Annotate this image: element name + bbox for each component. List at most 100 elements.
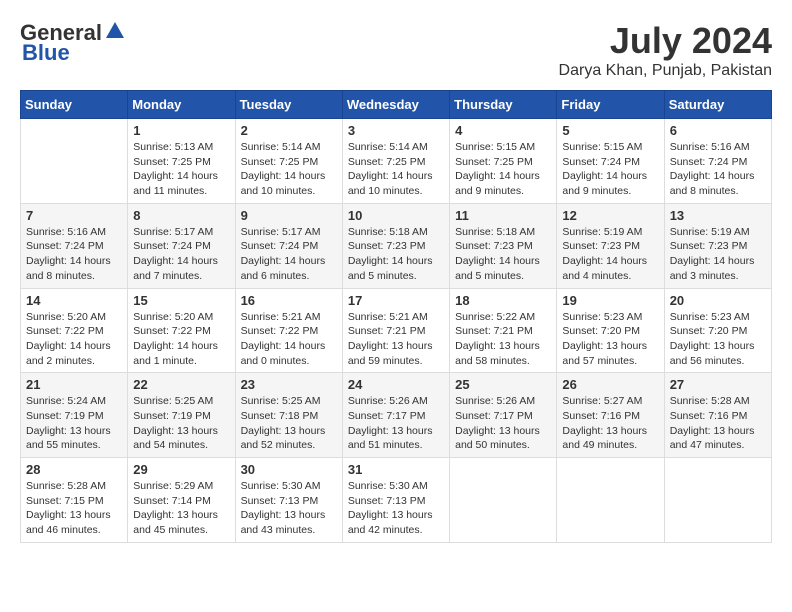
calendar-cell: 17Sunrise: 5:21 AMSunset: 7:21 PMDayligh…: [342, 288, 449, 373]
calendar-body: 1 Sunrise: 5:13 AMSunset: 7:25 PMDaylight…: [21, 119, 772, 543]
day-info: Sunrise: 5:20 AMSunset: 7:22 PMDaylight:…: [26, 310, 122, 369]
day-info: Sunrise: 5:14 AMSunset: 7:25 PMDaylight:…: [348, 140, 444, 199]
day-number: 25: [455, 377, 551, 392]
calendar-cell: 4 Sunrise: 5:15 AMSunset: 7:25 PMDaylight…: [450, 119, 557, 204]
day-number: 5: [562, 123, 658, 138]
day-number: 30: [241, 462, 337, 477]
day-number: 18: [455, 293, 551, 308]
day-number: 6: [670, 123, 766, 138]
calendar-cell: 5 Sunrise: 5:15 AMSunset: 7:24 PMDaylight…: [557, 119, 664, 204]
day-info: Sunrise: 5:17 AMSunset: 7:24 PMDaylight:…: [241, 225, 337, 284]
day-info: Sunrise: 5:30 AMSunset: 7:13 PMDaylight:…: [348, 479, 444, 538]
calendar-cell: 29Sunrise: 5:29 AMSunset: 7:14 PMDayligh…: [128, 458, 235, 543]
header-cell-thursday: Thursday: [450, 91, 557, 119]
week-row-5: 28 Sunrise: 5:28 AMSunset: 7:15 PMDayligh…: [21, 458, 772, 543]
calendar-cell: 3Sunrise: 5:14 AMSunset: 7:25 PMDaylight…: [342, 119, 449, 204]
day-info: Sunrise: 5:19 AMSunset: 7:23 PMDaylight:…: [562, 225, 658, 284]
day-info: Sunrise: 5:22 AMSunset: 7:21 PMDaylight:…: [455, 310, 551, 369]
day-info: Sunrise: 5:17 AMSunset: 7:24 PMDaylight:…: [133, 225, 229, 284]
day-info: Sunrise: 5:28 AMSunset: 7:16 PMDaylight:…: [670, 394, 766, 453]
calendar-cell: 11 Sunrise: 5:18 AMSunset: 7:23 PMDayligh…: [450, 203, 557, 288]
week-row-3: 14 Sunrise: 5:20 AMSunset: 7:22 PMDayligh…: [21, 288, 772, 373]
calendar-cell: 22Sunrise: 5:25 AMSunset: 7:19 PMDayligh…: [128, 373, 235, 458]
calendar-cell: 1 Sunrise: 5:13 AMSunset: 7:25 PMDaylight…: [128, 119, 235, 204]
header-cell-tuesday: Tuesday: [235, 91, 342, 119]
calendar-cell: 27 Sunrise: 5:28 AMSunset: 7:16 PMDayligh…: [664, 373, 771, 458]
day-number: 12: [562, 208, 658, 223]
day-number: 7: [26, 208, 122, 223]
day-number: 20: [670, 293, 766, 308]
header-cell-saturday: Saturday: [664, 91, 771, 119]
location-title: Darya Khan, Punjab, Pakistan: [559, 62, 772, 80]
day-info: Sunrise: 5:24 AMSunset: 7:19 PMDaylight:…: [26, 394, 122, 453]
day-number: 31: [348, 462, 444, 477]
calendar-cell: 9 Sunrise: 5:17 AMSunset: 7:24 PMDaylight…: [235, 203, 342, 288]
header-cell-monday: Monday: [128, 91, 235, 119]
day-number: 16: [241, 293, 337, 308]
calendar-cell: 12 Sunrise: 5:19 AMSunset: 7:23 PMDayligh…: [557, 203, 664, 288]
day-info: Sunrise: 5:25 AMSunset: 7:18 PMDaylight:…: [241, 394, 337, 453]
day-info: Sunrise: 5:16 AMSunset: 7:24 PMDaylight:…: [670, 140, 766, 199]
day-info: Sunrise: 5:28 AMSunset: 7:15 PMDaylight:…: [26, 479, 122, 538]
day-number: 14: [26, 293, 122, 308]
day-info: Sunrise: 5:26 AMSunset: 7:17 PMDaylight:…: [348, 394, 444, 453]
day-number: 17: [348, 293, 444, 308]
day-number: 9: [241, 208, 337, 223]
calendar-cell: 6 Sunrise: 5:16 AMSunset: 7:24 PMDaylight…: [664, 119, 771, 204]
logo-blue: Blue: [22, 40, 70, 66]
day-number: 23: [241, 377, 337, 392]
calendar-cell: [664, 458, 771, 543]
day-number: 26: [562, 377, 658, 392]
calendar-cell: [450, 458, 557, 543]
calendar-cell: 25 Sunrise: 5:26 AMSunset: 7:17 PMDayligh…: [450, 373, 557, 458]
day-info: Sunrise: 5:14 AMSunset: 7:25 PMDaylight:…: [241, 140, 337, 199]
day-number: 8: [133, 208, 229, 223]
week-row-1: 1 Sunrise: 5:13 AMSunset: 7:25 PMDaylight…: [21, 119, 772, 204]
day-number: 15: [133, 293, 229, 308]
day-info: Sunrise: 5:18 AMSunset: 7:23 PMDaylight:…: [455, 225, 551, 284]
calendar-cell: 10 Sunrise: 5:18 AMSunset: 7:23 PMDayligh…: [342, 203, 449, 288]
calendar-cell: 7 Sunrise: 5:16 AMSunset: 7:24 PMDaylight…: [21, 203, 128, 288]
day-info: Sunrise: 5:18 AMSunset: 7:23 PMDaylight:…: [348, 225, 444, 284]
month-title: July 2024: [559, 20, 772, 62]
week-row-2: 7 Sunrise: 5:16 AMSunset: 7:24 PMDaylight…: [21, 203, 772, 288]
day-info: Sunrise: 5:19 AMSunset: 7:23 PMDaylight:…: [670, 225, 766, 284]
day-info: Sunrise: 5:23 AMSunset: 7:20 PMDaylight:…: [670, 310, 766, 369]
calendar-cell: 18 Sunrise: 5:22 AMSunset: 7:21 PMDayligh…: [450, 288, 557, 373]
calendar-cell: 26 Sunrise: 5:27 AMSunset: 7:16 PMDayligh…: [557, 373, 664, 458]
day-number: 19: [562, 293, 658, 308]
calendar-cell: 16 Sunrise: 5:21 AMSunset: 7:22 PMDayligh…: [235, 288, 342, 373]
day-number: 1: [133, 123, 229, 138]
day-info: Sunrise: 5:26 AMSunset: 7:17 PMDaylight:…: [455, 394, 551, 453]
header-cell-wednesday: Wednesday: [342, 91, 449, 119]
header: General Blue July 2024 Darya Khan, Punja…: [20, 20, 772, 80]
day-number: 11: [455, 208, 551, 223]
day-info: Sunrise: 5:16 AMSunset: 7:24 PMDaylight:…: [26, 225, 122, 284]
day-number: 4: [455, 123, 551, 138]
day-number: 28: [26, 462, 122, 477]
day-number: 13: [670, 208, 766, 223]
calendar-header-row: SundayMondayTuesdayWednesdayThursdayFrid…: [21, 91, 772, 119]
header-cell-friday: Friday: [557, 91, 664, 119]
day-number: 10: [348, 208, 444, 223]
day-info: Sunrise: 5:23 AMSunset: 7:20 PMDaylight:…: [562, 310, 658, 369]
header-cell-sunday: Sunday: [21, 91, 128, 119]
title-section: July 2024 Darya Khan, Punjab, Pakistan: [559, 20, 772, 80]
day-info: Sunrise: 5:15 AMSunset: 7:25 PMDaylight:…: [455, 140, 551, 199]
calendar-cell: 20 Sunrise: 5:23 AMSunset: 7:20 PMDayligh…: [664, 288, 771, 373]
day-info: Sunrise: 5:13 AMSunset: 7:25 PMDaylight:…: [133, 140, 229, 199]
calendar-cell: 21Sunrise: 5:24 AMSunset: 7:19 PMDayligh…: [21, 373, 128, 458]
day-info: Sunrise: 5:21 AMSunset: 7:22 PMDaylight:…: [241, 310, 337, 369]
calendar-cell: 24Sunrise: 5:26 AMSunset: 7:17 PMDayligh…: [342, 373, 449, 458]
calendar-cell: 8 Sunrise: 5:17 AMSunset: 7:24 PMDaylight…: [128, 203, 235, 288]
calendar-cell: 2Sunrise: 5:14 AMSunset: 7:25 PMDaylight…: [235, 119, 342, 204]
day-info: Sunrise: 5:27 AMSunset: 7:16 PMDaylight:…: [562, 394, 658, 453]
calendar-cell: 31 Sunrise: 5:30 AMSunset: 7:13 PMDayligh…: [342, 458, 449, 543]
calendar-table: SundayMondayTuesdayWednesdayThursdayFrid…: [20, 90, 772, 543]
day-info: Sunrise: 5:20 AMSunset: 7:22 PMDaylight:…: [133, 310, 229, 369]
day-info: Sunrise: 5:29 AMSunset: 7:14 PMDaylight:…: [133, 479, 229, 538]
day-number: 27: [670, 377, 766, 392]
day-info: Sunrise: 5:25 AMSunset: 7:19 PMDaylight:…: [133, 394, 229, 453]
calendar-cell: [21, 119, 128, 204]
day-info: Sunrise: 5:15 AMSunset: 7:24 PMDaylight:…: [562, 140, 658, 199]
